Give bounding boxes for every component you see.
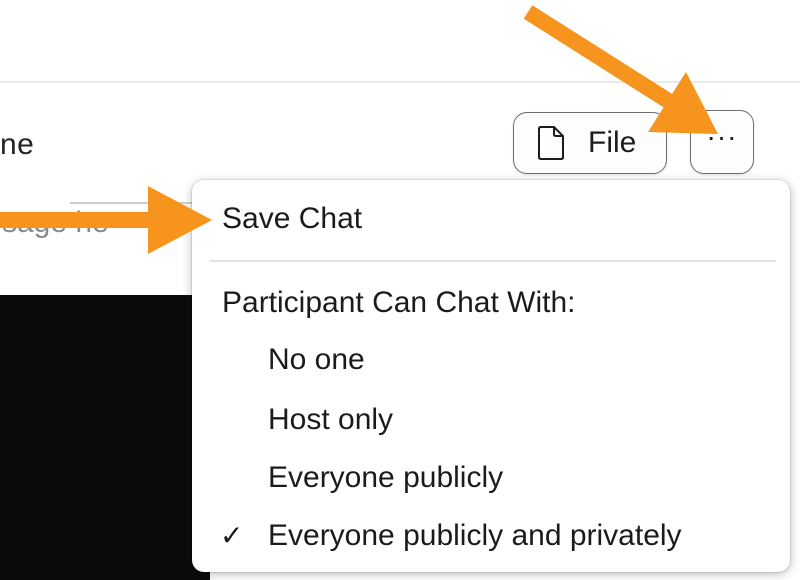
- annotation-arrows: [0, 5, 718, 254]
- annotation-arrow-more-options: [523, 5, 718, 134]
- annotation-arrow-save-chat: [0, 186, 212, 254]
